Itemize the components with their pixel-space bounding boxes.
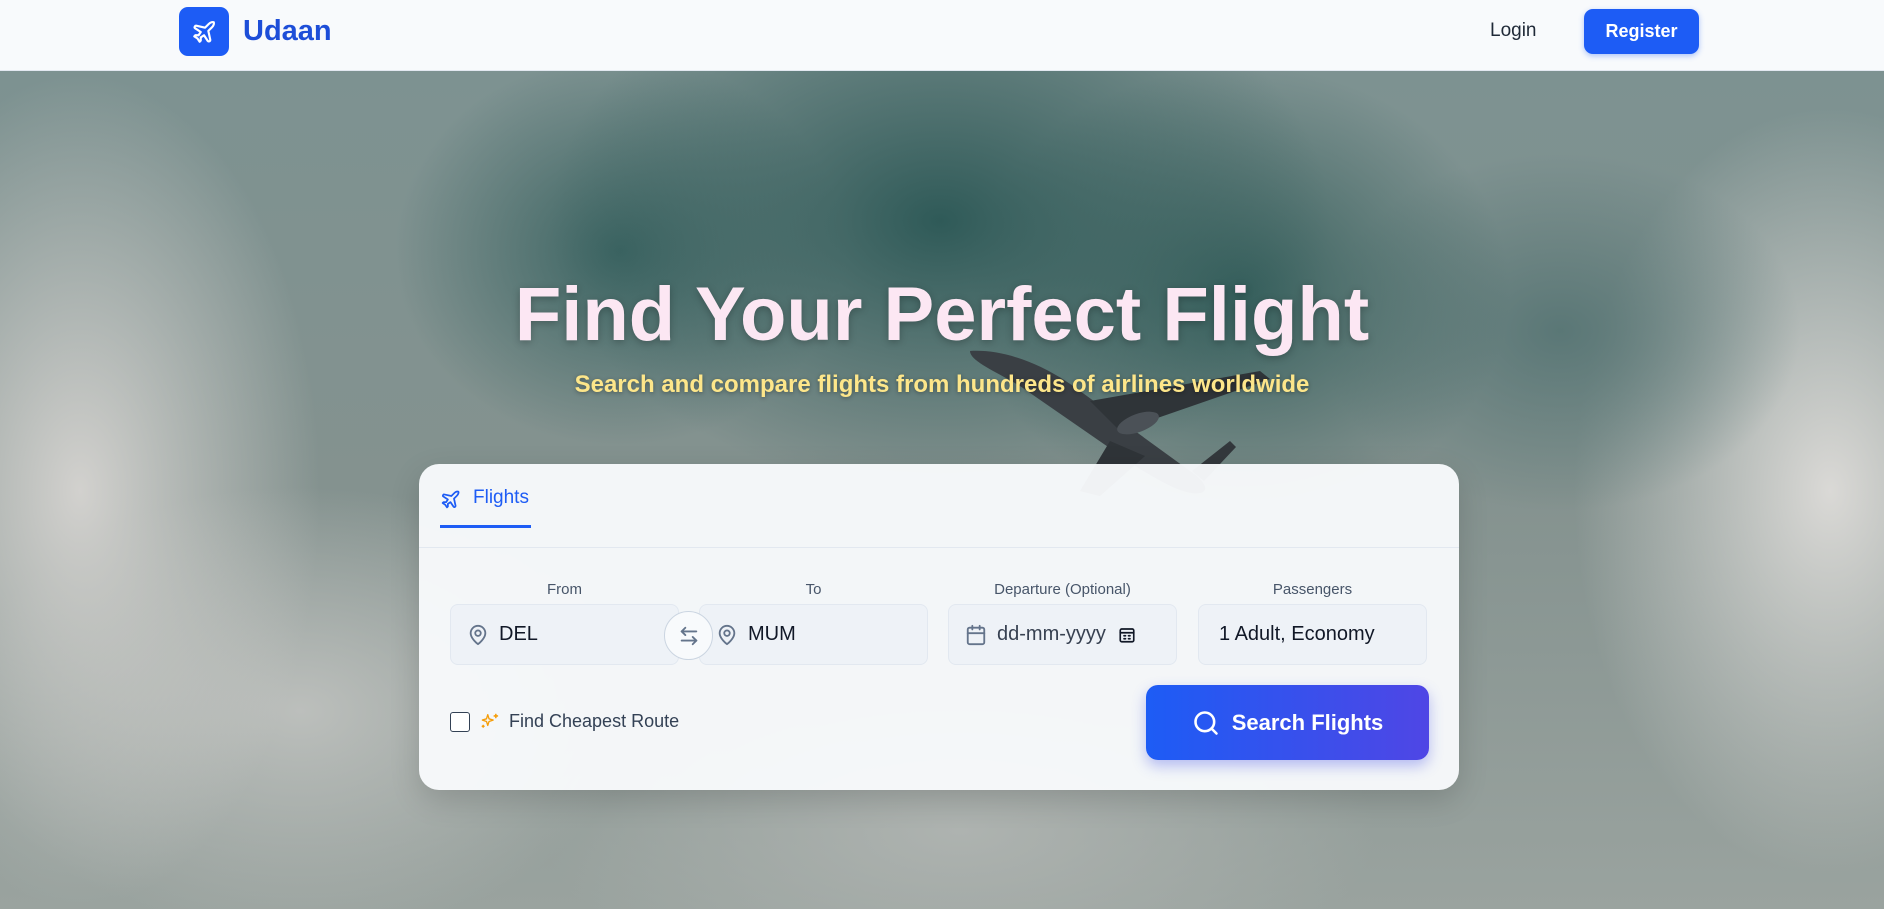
to-label: To [805,581,822,598]
sparkles-icon [480,712,499,731]
cheapest-route-label: Find Cheapest Route [509,711,680,731]
from-value: DEL [499,623,538,645]
departure-placeholder: dd-mm-yyyy [997,623,1106,645]
brand-name: Udaan [243,15,332,47]
swap-button[interactable] [664,611,713,660]
search-flights-button[interactable]: Search Flights [1146,685,1429,760]
passengers-select[interactable]: 1 Adult, Economy [1198,604,1427,665]
hero-subtitle: Search and compare flights from hundreds… [574,371,1310,398]
login-link[interactable]: Login [1490,20,1537,42]
to-value: MUM [748,623,796,645]
register-button[interactable]: Register [1584,9,1699,54]
swap-arrows-icon [678,625,700,647]
brand[interactable]: Udaan [179,7,332,56]
top-navbar: Udaan Login Register [0,0,1884,71]
search-flights-label: Search Flights [1231,709,1384,735]
cheapest-route-checkbox[interactable] [450,711,470,732]
flight-search-card: Flights From DEL To MUM Departure (Optio… [419,464,1459,790]
search-icon [1192,709,1220,737]
departure-label: Departure (Optional) [994,581,1131,598]
tab-flights-label: Flights [473,487,529,508]
map-pin-icon [716,624,738,646]
plane-icon [440,489,461,510]
tab-flights[interactable]: Flights [440,487,531,528]
passengers-label: Passengers [1272,581,1353,598]
departure-date-input[interactable]: dd-mm-yyyy [948,604,1177,665]
passengers-value: 1 Adult, Economy [1219,623,1375,645]
from-label: From [547,581,582,598]
to-field[interactable]: MUM [699,604,928,665]
plane-icon [179,7,229,56]
calendar-icon [965,624,987,646]
from-field[interactable]: DEL [450,604,679,665]
map-pin-icon [467,624,489,646]
calendar-picker-icon[interactable] [1118,626,1136,644]
hero-section: Find Your Perfect Flight Search and comp… [0,71,1884,909]
hero-title: Find Your Perfect Flight [514,272,1370,357]
search-tabs: Flights [419,464,1459,548]
cheapest-route-option: Find Cheapest Route [450,711,679,732]
